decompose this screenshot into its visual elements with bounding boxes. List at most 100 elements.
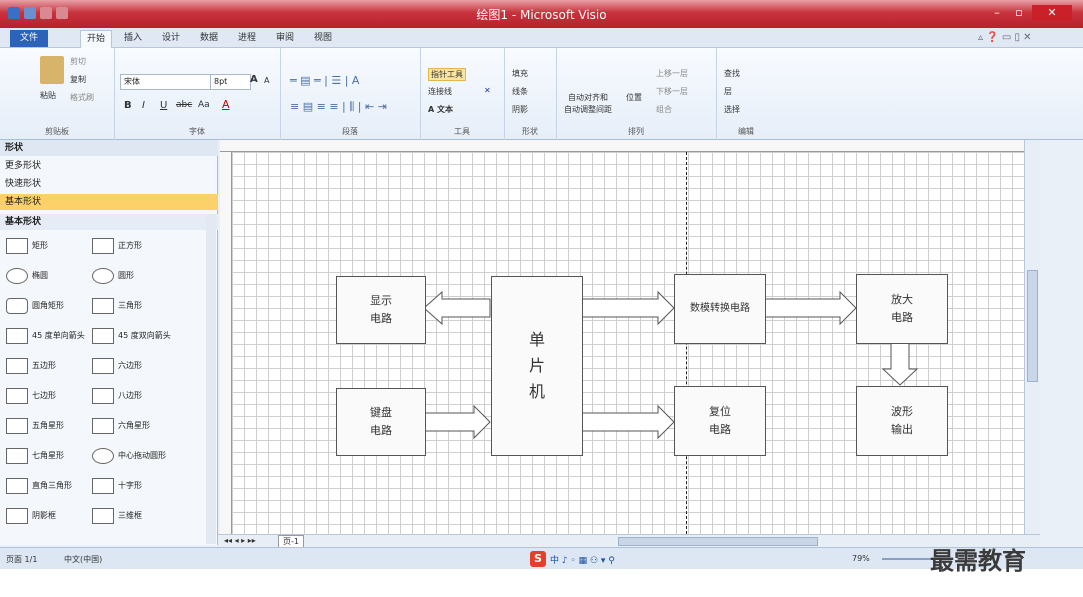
tab-home[interactable]: 开始: [80, 30, 113, 48]
stencil-shape-label: 五边形: [32, 361, 56, 370]
display-circuit-block[interactable]: 显示 电路: [336, 276, 426, 344]
cut-button[interactable]: 剪切: [70, 56, 86, 67]
tab-review[interactable]: 审阅: [270, 30, 300, 47]
font-size-select[interactable]: 8pt: [210, 74, 251, 90]
octagon-icon: [92, 387, 114, 404]
star7-icon: [6, 447, 28, 464]
stencil-shape-label: 三维框: [118, 511, 142, 520]
italic-button[interactable]: I: [142, 100, 145, 111]
stencil-shape-center-circle[interactable]: 中心拖动圆形: [92, 444, 176, 468]
text-tool-button[interactable]: A 文本: [428, 104, 453, 115]
horizontal-scroll-thumb[interactable]: [618, 537, 818, 546]
close-icon[interactable]: ✕: [1032, 5, 1072, 21]
reset-circuit-block[interactable]: 复位 电路: [674, 386, 766, 456]
ime-toolbar[interactable]: S 中 ♪ ◦ ▦ ⚇ ▾ ⚲: [530, 551, 660, 567]
font-color-button[interactable]: A: [222, 98, 230, 111]
stencil-shape-ellipse[interactable]: 椭圆: [6, 264, 90, 288]
tab-file[interactable]: 文件: [10, 30, 48, 47]
stencil-shape-pentagon[interactable]: 五边形: [6, 354, 90, 378]
grow-font-button[interactable]: A: [250, 74, 258, 85]
quick-shapes-item[interactable]: 快速形状: [0, 176, 218, 192]
dac-circuit-block[interactable]: 数模转换电路: [674, 274, 766, 344]
stencil-shape-triangle[interactable]: 三角形: [92, 294, 176, 318]
bottom-area: 最需教育: [0, 547, 1083, 597]
help-icons[interactable]: ▵ ❓ ▭ ▯ ✕: [978, 32, 1032, 43]
stencil-shape-double-arrow[interactable]: 45 度双向箭头: [92, 324, 176, 348]
bring-forward-button[interactable]: 上移一层: [656, 68, 688, 79]
send-backward-button[interactable]: 下移一层: [656, 86, 688, 97]
fill-button[interactable]: 填充: [512, 68, 528, 79]
pointer-tool-button[interactable]: 指针工具: [428, 68, 466, 81]
clipboard-group: 粘贴 剪切 复制 格式刷 剪贴板: [0, 48, 115, 140]
position-button[interactable]: 位置: [626, 92, 642, 103]
stencil-shape-single-arrow[interactable]: 45 度单向箭头: [6, 324, 90, 348]
underline-button[interactable]: U: [160, 100, 167, 111]
ime-icons[interactable]: 中 ♪ ◦ ▦ ⚇ ▾ ⚲: [550, 553, 615, 566]
select-button[interactable]: 选择: [724, 104, 740, 115]
paste-button[interactable]: 粘贴: [40, 90, 56, 101]
ribbon-tabs: 文件 开始 插入 设计 数据 进程 审阅 视图 ▵ ❓ ▭ ▯ ✕: [0, 28, 1083, 48]
paragraph-icons[interactable]: ≡ ▤ ≡ ≡ | ⫼ | ⇤ ⇥: [290, 100, 387, 114]
stencil-shape-hexagon[interactable]: 六边形: [92, 354, 176, 378]
format-painter-button[interactable]: 格式刷: [70, 92, 94, 103]
paste-icon[interactable]: [40, 56, 64, 84]
tab-process[interactable]: 进程: [232, 30, 262, 47]
mcu-block[interactable]: 单 片 机: [491, 276, 583, 456]
connector-button[interactable]: 连接线: [428, 86, 452, 97]
auto-align-button[interactable]: 自动对齐和: [568, 92, 608, 103]
stencil-shape-label: 圆角矩形: [32, 301, 64, 310]
auto-space-button[interactable]: 自动调整间距: [564, 104, 612, 115]
title-bar: 绘图1 - Microsoft Visio – ▫ ✕: [0, 0, 1083, 28]
arrow-mcu-to-reset: [581, 404, 675, 440]
vertical-scroll-thumb[interactable]: [1027, 270, 1038, 382]
stencil-shape-cross[interactable]: 十字形: [92, 474, 176, 498]
keyboard-circuit-block[interactable]: 键盘 电路: [336, 388, 426, 456]
tab-insert[interactable]: 插入: [118, 30, 148, 47]
amplifier-circuit-block[interactable]: 放大 电路: [856, 274, 948, 344]
status-page: 页面 1/1: [6, 555, 38, 564]
copy-button[interactable]: 复制: [70, 74, 86, 85]
sogou-icon[interactable]: S: [530, 551, 546, 567]
font-group-label: 字体: [189, 127, 205, 136]
waveform-output-block[interactable]: 波形 输出: [856, 386, 948, 456]
minimize-icon[interactable]: –: [988, 5, 1006, 21]
stencil-shape-rounded-rectangle[interactable]: 圆角矩形: [6, 294, 90, 318]
stencil-shape-star7[interactable]: 七角星形: [6, 444, 90, 468]
tab-design[interactable]: 设计: [156, 30, 186, 47]
shrink-font-button[interactable]: A: [264, 76, 269, 85]
strikethrough-button[interactable]: abc: [176, 100, 192, 110]
stencil-shape-octagon[interactable]: 八边形: [92, 384, 176, 408]
font-name-select[interactable]: 宋体: [120, 74, 211, 90]
basic-shapes-item[interactable]: 基本形状: [0, 194, 218, 210]
delete-connector-icon[interactable]: ✕: [484, 86, 491, 95]
stencil-shape-circle[interactable]: 圆形: [92, 264, 176, 288]
vertical-scrollbar[interactable]: [1024, 140, 1040, 534]
layers-button[interactable]: 层: [724, 86, 732, 97]
bold-button[interactable]: B: [124, 100, 132, 111]
stencil-shape-3d-box[interactable]: 三维框: [92, 504, 176, 528]
stencil-shape-heptagon[interactable]: 七边形: [6, 384, 90, 408]
stencil-shape-right-triangle[interactable]: 直角三角形: [6, 474, 90, 498]
stencil-shape-shadow-box[interactable]: 阴影框: [6, 504, 90, 528]
restore-icon[interactable]: ▫: [1010, 5, 1028, 21]
line-button[interactable]: 线条: [512, 86, 528, 97]
page-nav-icons[interactable]: ◂◂ ◂ ▸ ▸▸: [224, 536, 256, 545]
stencil-shape-label: 七角星形: [32, 451, 64, 460]
stencil-shape-square[interactable]: 正方形: [92, 234, 176, 258]
more-shapes-item[interactable]: 更多形状: [0, 158, 218, 174]
arrange-group: 自动对齐和 自动调整间距 位置 上移一层 下移一层 组合 排列: [556, 48, 717, 140]
drawing-canvas[interactable]: 显示 电路 单 片 机 数模转换电路 放大 电路 键盘 电路 复位 电路 波形 …: [232, 152, 1024, 534]
hexagon-icon: [92, 357, 114, 374]
stencil-shape-rectangle[interactable]: 矩形: [6, 234, 90, 258]
rounded-rectangle-icon: [6, 297, 28, 314]
shadow-button[interactable]: 阴影: [512, 104, 528, 115]
shapes-scrollbar[interactable]: [206, 214, 216, 544]
change-case-button[interactable]: Aa: [198, 100, 210, 110]
tab-data[interactable]: 数据: [194, 30, 224, 47]
align-icons[interactable]: ═ ▤ ═ | ☰ | A: [290, 74, 359, 87]
tab-view[interactable]: 视图: [308, 30, 338, 47]
find-button[interactable]: 查找: [724, 68, 740, 79]
stencil-shape-star6[interactable]: 六角星形: [92, 414, 176, 438]
group-button[interactable]: 组合: [656, 104, 672, 115]
stencil-shape-star5[interactable]: 五角星形: [6, 414, 90, 438]
